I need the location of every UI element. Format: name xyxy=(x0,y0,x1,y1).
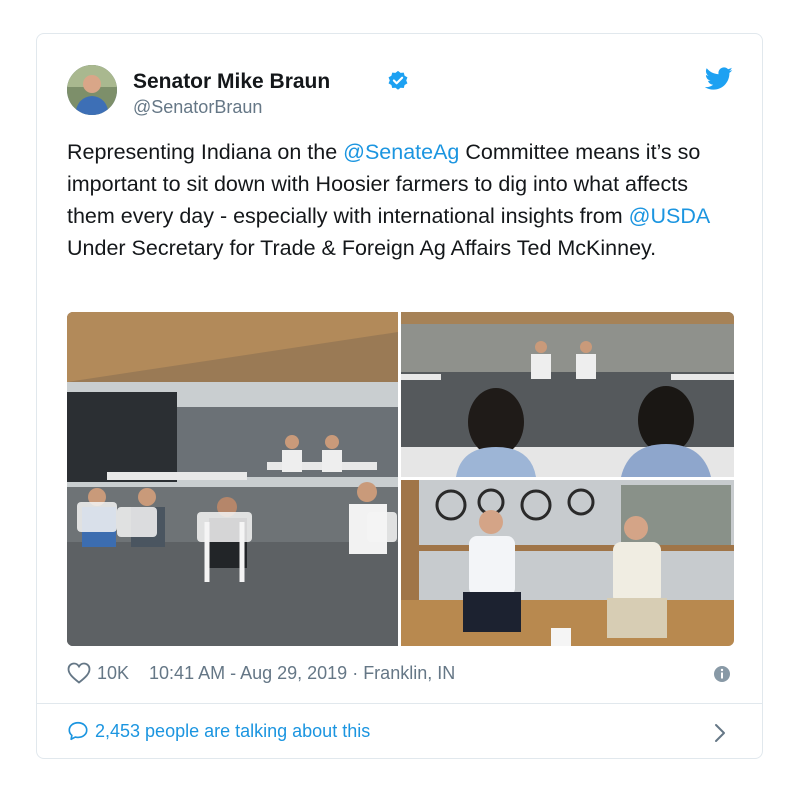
tweet-text-part: Representing Indiana on the xyxy=(67,140,344,164)
tweet-card[interactable]: Senator Mike Braun @SenatorBraun Represe… xyxy=(36,33,763,759)
mention-link[interactable]: @SenateAg xyxy=(343,140,459,164)
meta-separator: · xyxy=(347,662,364,683)
author-handle[interactable]: @SenatorBraun xyxy=(133,97,262,118)
photo-speakers[interactable] xyxy=(401,480,734,646)
photo-grid xyxy=(67,312,734,646)
verified-badge-icon xyxy=(388,70,408,90)
like-count[interactable]: 10K xyxy=(97,663,129,684)
photo-barn-meeting[interactable] xyxy=(67,312,398,646)
location[interactable]: Franklin, IN xyxy=(363,663,455,684)
timestamp[interactable]: 10:41 AM - Aug 29, 2019 xyxy=(149,663,347,684)
divider xyxy=(37,703,762,704)
photo-meeting-back[interactable] xyxy=(401,312,734,477)
author-name[interactable]: Senator Mike Braun xyxy=(133,70,330,94)
avatar[interactable] xyxy=(67,65,117,115)
info-icon[interactable] xyxy=(713,665,731,683)
tweet-text-part: Under Secretary for Trade & Foreign Ag A… xyxy=(67,236,657,260)
chevron-right-icon[interactable] xyxy=(713,722,727,744)
heart-outline-icon[interactable] xyxy=(67,662,91,684)
talking-count-text[interactable]: 2,453 people are talking about this xyxy=(95,721,370,742)
twitter-bird-icon[interactable] xyxy=(705,67,733,91)
tweet-text: Representing Indiana on the @SenateAg Co… xyxy=(67,136,737,264)
mention-link[interactable]: @USDA xyxy=(629,204,709,228)
conversation-link[interactable]: 2,453 people are talking about this xyxy=(67,720,370,742)
tweet-meta: 10K 10:41 AM - Aug 29, 2019 · Franklin, … xyxy=(67,662,455,684)
speech-bubble-icon xyxy=(68,721,88,741)
